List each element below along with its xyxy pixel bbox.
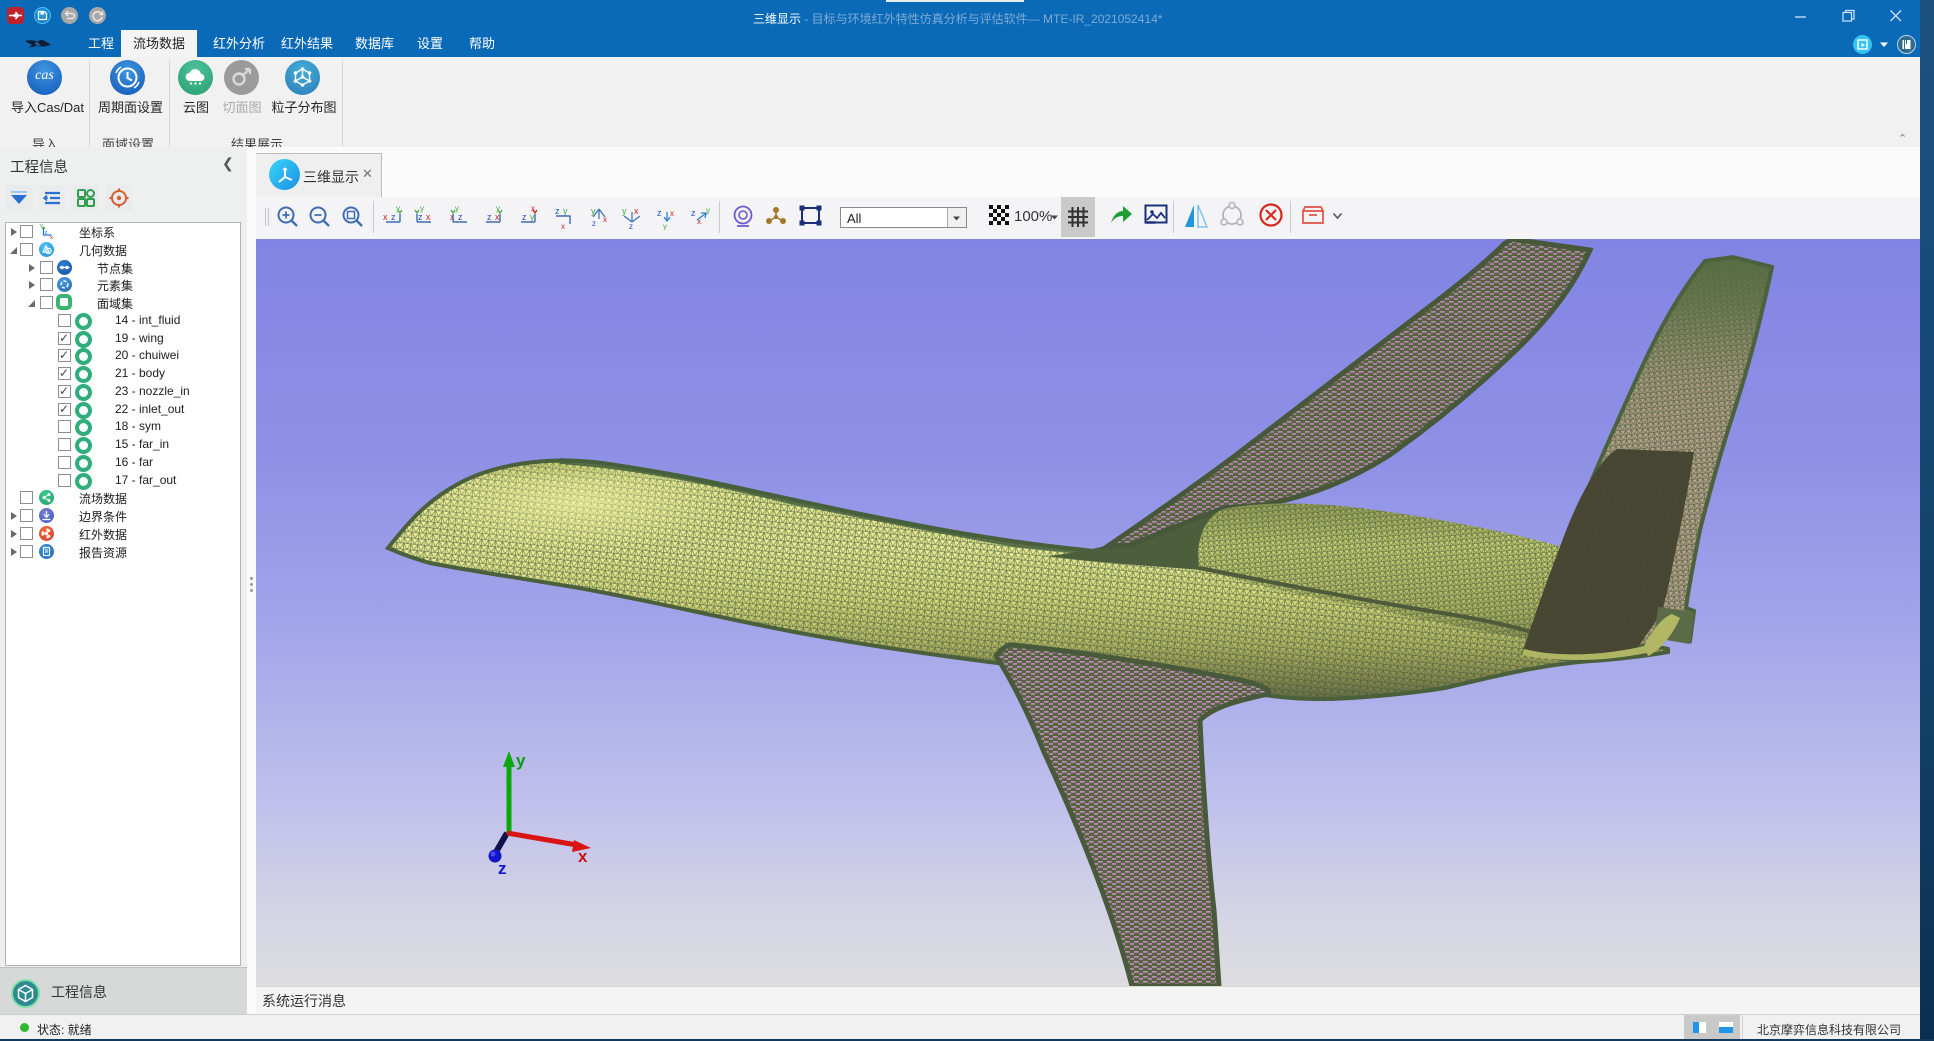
svg-text:y: y [455,204,459,213]
svg-text:x: x [50,235,53,239]
svg-text:x: x [634,206,639,216]
svg-text:z: z [45,230,48,236]
svg-text:y: y [496,204,500,213]
svg-text:y: y [516,751,526,770]
svg-text:x: x [603,215,607,224]
svg-text:z: z [487,212,492,222]
svg-text:z: z [657,208,662,218]
svg-text:z: z [391,212,396,222]
svg-text:z: z [555,206,560,216]
svg-text:y: y [420,204,424,213]
svg-text:x: x [561,222,565,230]
svg-text:z: z [629,222,633,230]
svg-text:x: x [383,212,388,222]
svg-text:y: y [706,206,710,215]
svg-text:z: z [522,212,527,222]
svg-text:z: z [691,208,696,218]
svg-text:x: x [495,212,500,222]
svg-text:y: y [663,222,667,230]
svg-text:y: y [563,206,568,216]
svg-text:z: z [458,212,463,222]
svg-text:x: x [670,209,674,218]
svg-text:x: x [578,847,588,866]
svg-text:y: y [396,204,400,213]
svg-text:y: y [530,212,535,222]
svg-text:z: z [418,212,423,222]
svg-text:y: y [622,206,627,216]
svg-text:x: x [426,212,431,222]
svg-text:Y: Y [40,224,44,230]
svg-text:z: z [498,859,507,878]
svg-text:z: z [592,219,596,228]
